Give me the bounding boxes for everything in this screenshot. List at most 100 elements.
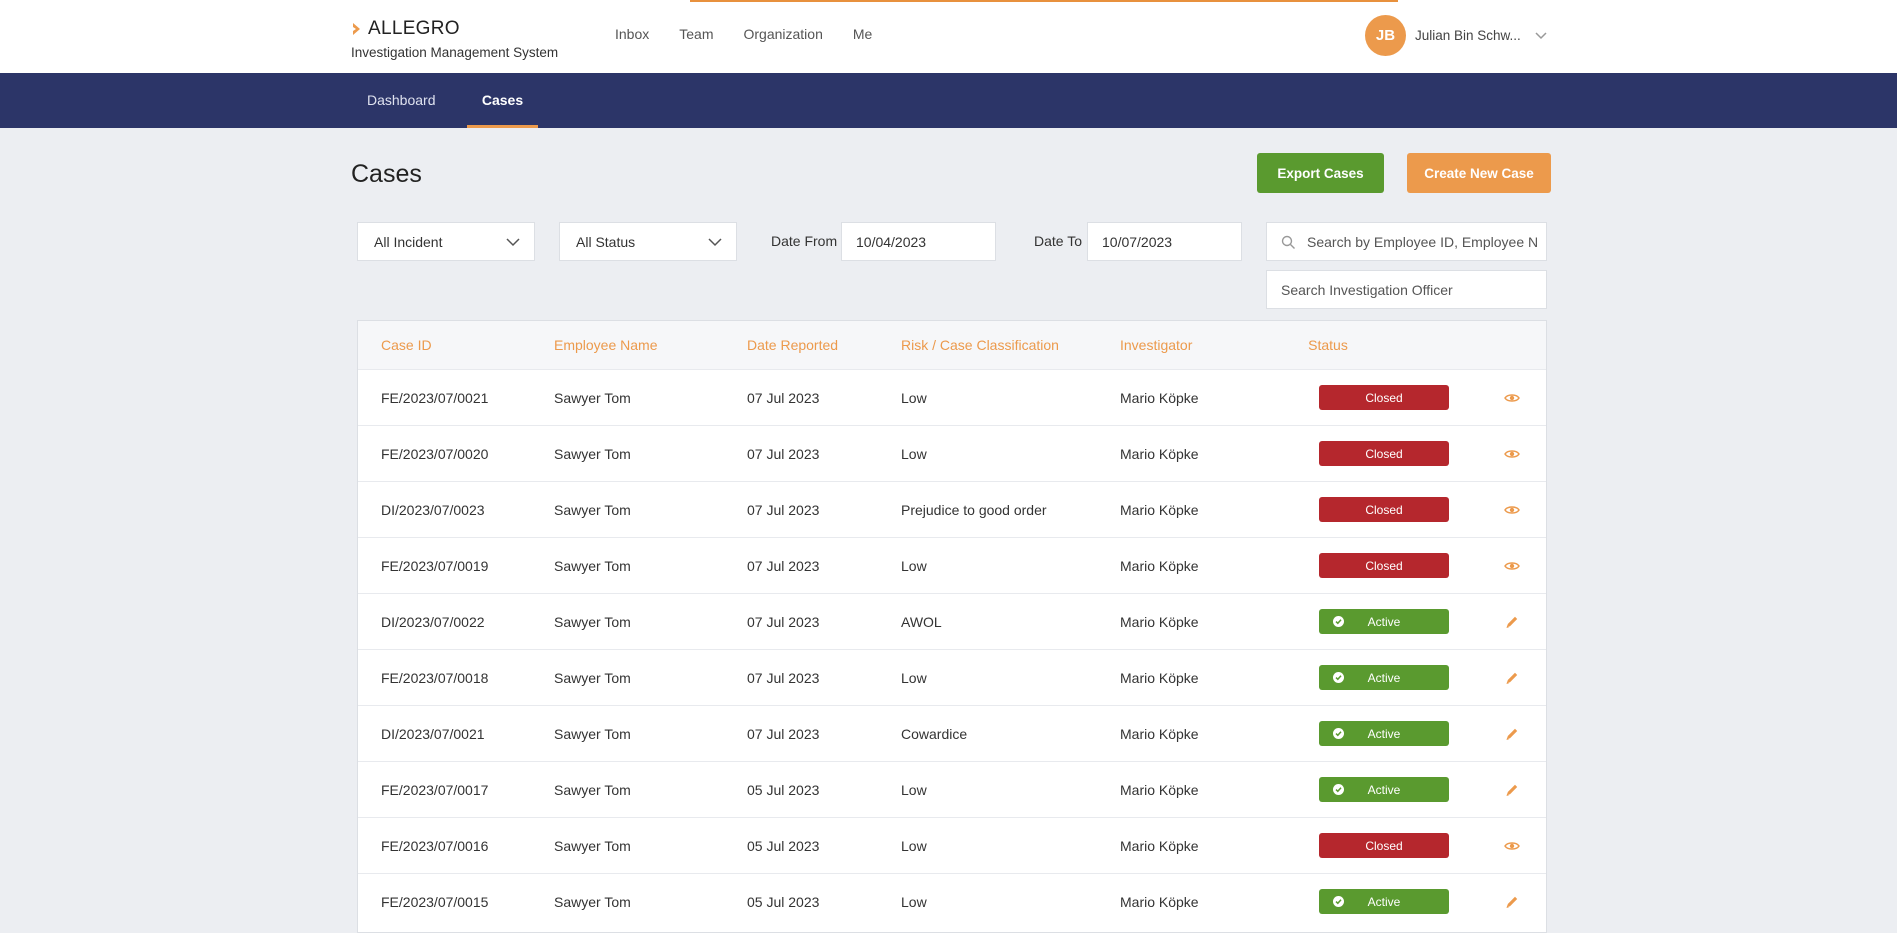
employee-name-cell: Sawyer Tom xyxy=(554,558,631,574)
employee-name-cell: Sawyer Tom xyxy=(554,838,631,854)
table-row[interactable]: FE/2023/07/0015 Sawyer Tom 05 Jul 2023 Low M… xyxy=(358,873,1546,929)
status-filter-value: All Status xyxy=(576,233,636,250)
check-circle-icon xyxy=(1333,616,1344,627)
status-filter-select[interactable]: All Status xyxy=(559,222,737,261)
officer-search-input[interactable] xyxy=(1281,271,1536,308)
top-nav-inbox[interactable]: Inbox xyxy=(615,26,649,42)
date-reported-cell: 07 Jul 2023 xyxy=(747,614,820,630)
column-header-date-reported[interactable]: Date Reported xyxy=(747,321,838,369)
date-reported-cell: 05 Jul 2023 xyxy=(747,838,820,854)
status-badge-label: Active xyxy=(1367,614,1401,629)
classification-cell: Low xyxy=(901,838,927,854)
case-id-cell: FE/2023/07/0018 xyxy=(381,670,489,686)
tab-cases[interactable]: Cases xyxy=(467,73,538,128)
classification-cell: Low xyxy=(901,894,927,910)
case-id-cell: FE/2023/07/0017 xyxy=(381,782,489,798)
status-badge: Active xyxy=(1319,721,1449,746)
tab-dashboard-label: Dashboard xyxy=(367,92,436,108)
column-header-status[interactable]: Status xyxy=(1263,321,1393,369)
date-from-input[interactable] xyxy=(841,222,996,261)
status-badge: Active xyxy=(1319,889,1449,914)
investigator-cell: Mario Köpke xyxy=(1120,670,1199,686)
employee-name-cell: Sawyer Tom xyxy=(554,782,631,798)
pencil-icon[interactable] xyxy=(1504,726,1520,742)
table-row[interactable]: DI/2023/07/0023 Sawyer Tom 07 Jul 2023 Prej… xyxy=(358,481,1546,537)
employee-search-input[interactable] xyxy=(1307,223,1537,260)
user-menu[interactable]: JB Julian Bin Schw... xyxy=(1365,15,1547,56)
status-badge-label: Closed xyxy=(1365,446,1403,461)
status-badge: Closed xyxy=(1319,385,1449,410)
sub-nav: Dashboard Cases xyxy=(0,73,1897,128)
create-new-case-button[interactable]: Create New Case xyxy=(1407,153,1551,193)
classification-cell: Low xyxy=(901,558,927,574)
case-id-cell: FE/2023/07/0016 xyxy=(381,838,489,854)
investigator-cell: Mario Köpke xyxy=(1120,838,1199,854)
column-header-classification[interactable]: Risk / Case Classification xyxy=(901,321,1059,369)
export-cases-button[interactable]: Export Cases xyxy=(1257,153,1384,193)
pencil-icon[interactable] xyxy=(1504,670,1520,686)
status-badge-label: Closed xyxy=(1365,390,1403,405)
date-reported-cell: 05 Jul 2023 xyxy=(747,894,820,910)
eye-icon[interactable] xyxy=(1504,390,1520,406)
date-reported-cell: 07 Jul 2023 xyxy=(747,670,820,686)
table-row[interactable]: FE/2023/07/0017 Sawyer Tom 05 Jul 2023 Low M… xyxy=(358,761,1546,817)
top-header: ALLEGRO Investigation Management System … xyxy=(0,0,1897,73)
case-id-cell: DI/2023/07/0023 xyxy=(381,502,485,518)
table-row[interactable]: FE/2023/07/0020 Sawyer Tom 07 Jul 2023 Low M… xyxy=(358,425,1546,481)
status-badge-label: Active xyxy=(1367,782,1401,797)
table-row[interactable]: FE/2023/07/0019 Sawyer Tom 07 Jul 2023 Low M… xyxy=(358,537,1546,593)
investigator-cell: Mario Köpke xyxy=(1120,726,1199,742)
investigator-cell: Mario Köpke xyxy=(1120,502,1199,518)
date-to-label: Date To xyxy=(1034,233,1082,249)
status-badge: Active xyxy=(1319,777,1449,802)
top-nav-team[interactable]: Team xyxy=(679,26,713,42)
pencil-icon[interactable] xyxy=(1504,614,1520,630)
date-to-input[interactable] xyxy=(1087,222,1242,261)
avatar[interactable]: JB xyxy=(1365,15,1406,56)
status-badge-label: Active xyxy=(1367,894,1401,909)
table-row[interactable]: FE/2023/07/0021 Sawyer Tom 07 Jul 2023 Low M… xyxy=(358,369,1546,425)
tab-dashboard[interactable]: Dashboard xyxy=(367,73,436,128)
table-row[interactable]: DI/2023/07/0021 Sawyer Tom 07 Jul 2023 Cowa… xyxy=(358,705,1546,761)
chevron-down-icon[interactable] xyxy=(1535,31,1547,40)
top-nav-organization[interactable]: Organization xyxy=(743,26,822,42)
column-header-investigator[interactable]: Investigator xyxy=(1120,321,1192,369)
pencil-icon[interactable] xyxy=(1504,782,1520,798)
case-id-cell: DI/2023/07/0021 xyxy=(381,726,485,742)
status-badge: Closed xyxy=(1319,441,1449,466)
status-badge: Closed xyxy=(1319,833,1449,858)
table-row[interactable]: FE/2023/07/0018 Sawyer Tom 07 Jul 2023 Low M… xyxy=(358,649,1546,705)
column-header-employee-name[interactable]: Employee Name xyxy=(554,321,658,369)
top-nav: Inbox Team Organization Me xyxy=(615,26,902,42)
table-row[interactable]: DI/2023/07/0022 Sawyer Tom 07 Jul 2023 AWOL… xyxy=(358,593,1546,649)
brand-subtitle: Investigation Management System xyxy=(351,45,559,60)
classification-cell: Low xyxy=(901,782,927,798)
eye-icon[interactable] xyxy=(1504,502,1520,518)
classification-cell: Prejudice to good order xyxy=(901,502,1047,518)
user-name: Julian Bin Schw... xyxy=(1415,28,1521,43)
page-title: Cases xyxy=(351,160,422,188)
case-id-cell: FE/2023/07/0015 xyxy=(381,894,489,910)
column-header-case-id[interactable]: Case ID xyxy=(381,321,432,369)
investigator-cell: Mario Köpke xyxy=(1120,894,1199,910)
incident-filter-value: All Incident xyxy=(374,233,443,250)
eye-icon[interactable] xyxy=(1504,558,1520,574)
eye-icon[interactable] xyxy=(1504,446,1520,462)
date-reported-cell: 05 Jul 2023 xyxy=(747,782,820,798)
eye-icon[interactable] xyxy=(1504,838,1520,854)
incident-filter-select[interactable]: All Incident xyxy=(357,222,535,261)
employee-name-cell: Sawyer Tom xyxy=(554,502,631,518)
case-id-cell: DI/2023/07/0022 xyxy=(381,614,485,630)
brand[interactable]: ALLEGRO Investigation Management System xyxy=(351,18,558,60)
cases-table: Case ID Employee Name Date Reported Risk… xyxy=(357,320,1547,933)
case-id-cell: FE/2023/07/0020 xyxy=(381,446,489,462)
check-circle-icon xyxy=(1333,728,1344,739)
table-row[interactable]: FE/2023/07/0016 Sawyer Tom 05 Jul 2023 Low M… xyxy=(358,817,1546,873)
status-badge: Active xyxy=(1319,665,1449,690)
classification-cell: Low xyxy=(901,670,927,686)
classification-cell: AWOL xyxy=(901,614,942,630)
top-nav-me[interactable]: Me xyxy=(853,26,872,42)
investigator-cell: Mario Köpke xyxy=(1120,782,1199,798)
pencil-icon[interactable] xyxy=(1504,894,1520,910)
status-badge-label: Closed xyxy=(1365,558,1403,573)
